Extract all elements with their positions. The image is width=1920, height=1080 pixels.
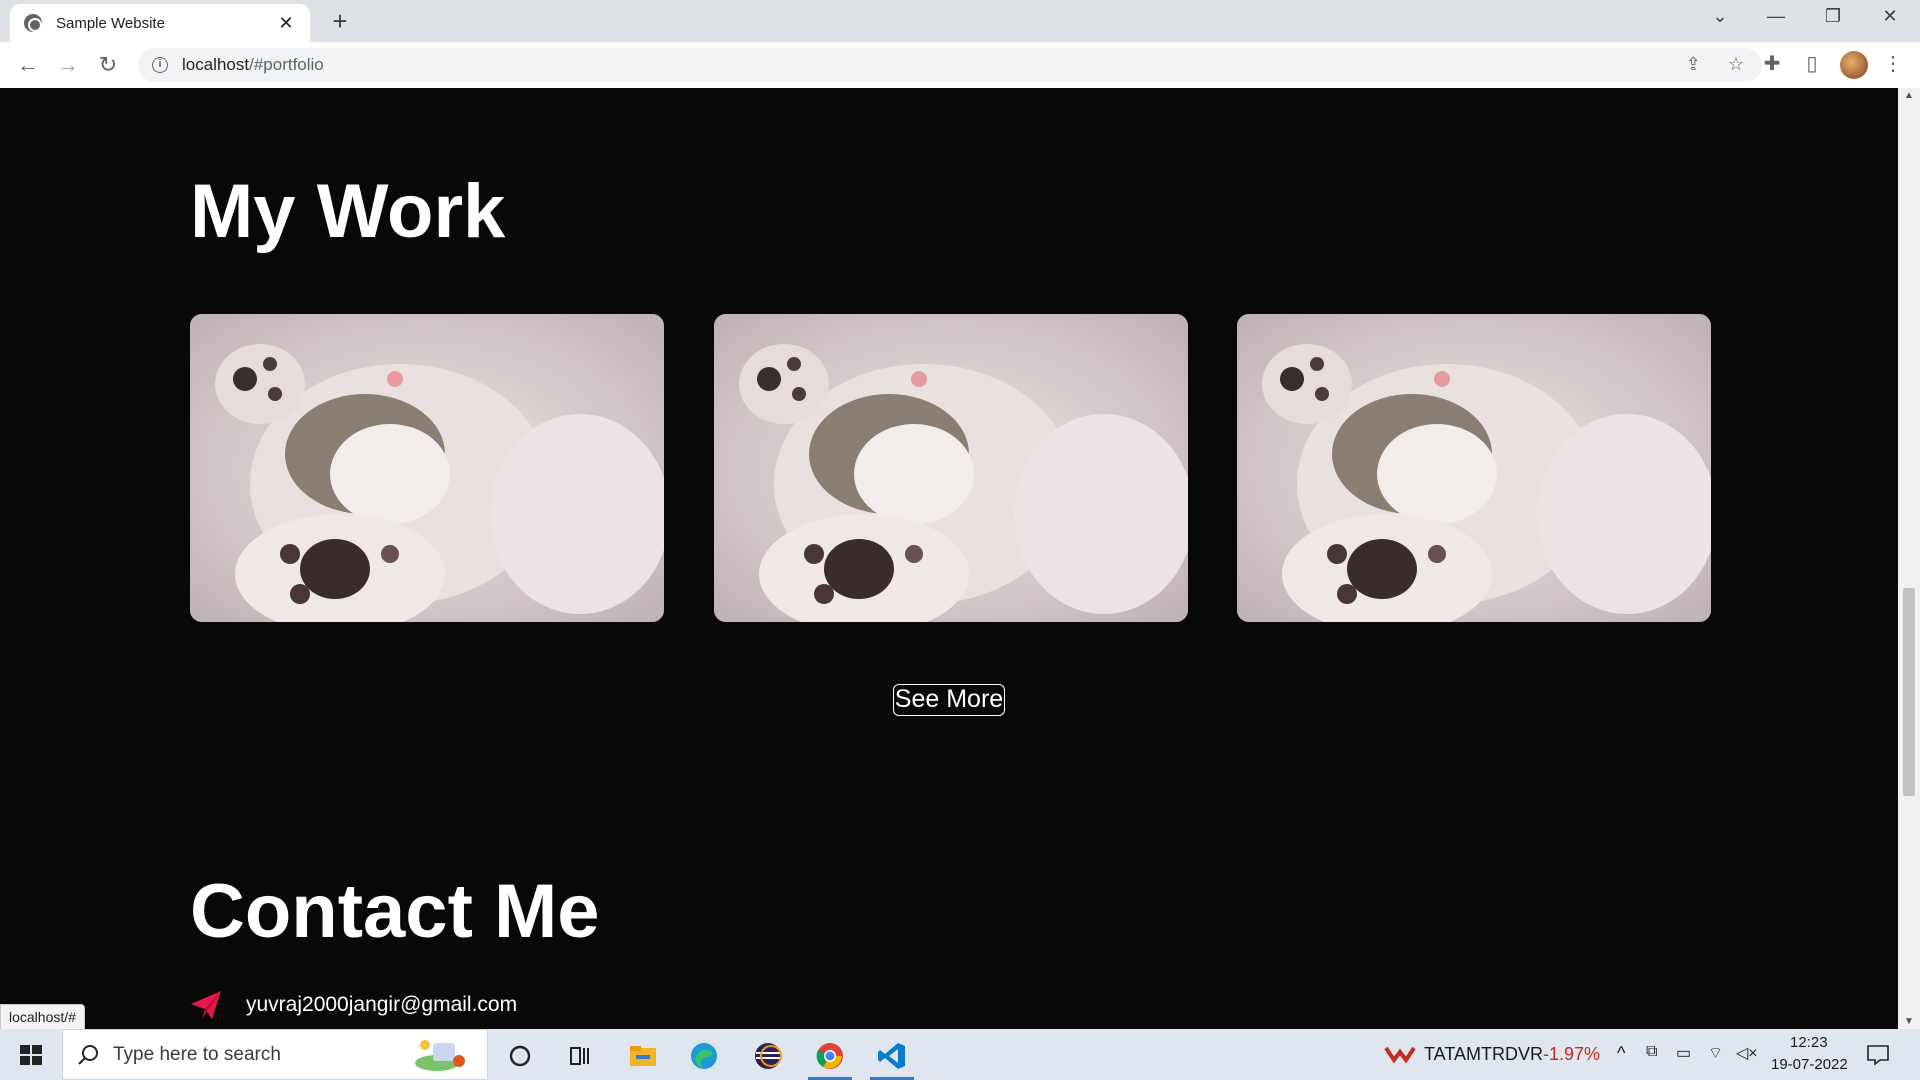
- wifi-icon[interactable]: ⌔: [1708, 1043, 1723, 1063]
- page-scrollbar[interactable]: ▲ ▼: [1898, 88, 1920, 1029]
- volume-muted-icon[interactable]: ◁×: [1736, 1043, 1758, 1063]
- show-hidden-icons-chevron-icon[interactable]: ^: [1617, 1043, 1625, 1064]
- my-work-heading: My Work: [190, 169, 506, 254]
- stock-trend-icon: [1384, 1046, 1416, 1064]
- minimize-button[interactable]: —: [1756, 6, 1796, 27]
- url-path: /#portfolio: [249, 55, 324, 74]
- contact-me-heading: Contact Me: [190, 869, 600, 954]
- contact-email-row: yuvraj2000jangir@gmail.com: [190, 990, 517, 1020]
- paper-plane-icon: [191, 991, 221, 1019]
- weather-map-icon: [415, 1039, 465, 1071]
- scroll-down-arrow-icon[interactable]: ▼: [1898, 1016, 1920, 1027]
- tab-search-chevron-icon[interactable]: ⌄: [1700, 6, 1740, 27]
- meet-now-icon[interactable]: ⧉: [1646, 1043, 1657, 1061]
- tab-title: Sample Website: [56, 14, 165, 32]
- status-bar-url: localhost/#: [0, 1004, 85, 1030]
- forward-button[interactable]: →: [52, 50, 84, 80]
- share-icon[interactable]: ⇪: [1686, 54, 1701, 74]
- see-more-button[interactable]: See More: [893, 684, 1005, 716]
- page-viewport: My Work See More Contact Me yuvraj2000ja…: [0, 88, 1898, 1029]
- edge-browser-icon[interactable]: [678, 1035, 730, 1077]
- tab-close-icon[interactable]: ✕: [276, 13, 296, 34]
- browser-menu-icon[interactable]: ⋮: [1878, 51, 1908, 76]
- stock-change: -1.97%: [1543, 1044, 1601, 1064]
- chrome-browser-icon[interactable]: [804, 1035, 856, 1080]
- extensions-puzzle-icon[interactable]: ✚: [1757, 51, 1787, 76]
- stock-ticker[interactable]: TATAMTRDVR: [1424, 1044, 1543, 1065]
- new-tab-button[interactable]: +: [325, 6, 355, 37]
- back-button[interactable]: ←: [12, 50, 44, 80]
- notifications-icon[interactable]: [1866, 1043, 1890, 1067]
- site-info-icon[interactable]: i: [152, 57, 168, 73]
- portfolio-image[interactable]: [714, 314, 1188, 622]
- browser-toolbar: ← → ↻ i localhost/#portfolio ⇪ ☆ ✚ ▯ ⋮: [0, 42, 1920, 88]
- reload-button[interactable]: ↻: [92, 50, 124, 80]
- portfolio-image[interactable]: [1237, 314, 1711, 622]
- close-window-button[interactable]: ✕: [1870, 6, 1910, 27]
- scrollbar-thumb[interactable]: [1903, 588, 1915, 796]
- address-bar[interactable]: i localhost/#portfolio ⇪ ☆: [138, 48, 1762, 82]
- kitten-photo: [714, 314, 1188, 622]
- side-panel-icon[interactable]: ▯: [1797, 51, 1827, 76]
- url-host: localhost: [182, 55, 250, 74]
- search-placeholder: Type here to search: [113, 1043, 281, 1065]
- taskbar-search-box[interactable]: Type here to search: [62, 1029, 488, 1080]
- clock-time[interactable]: 12:23: [1790, 1034, 1828, 1051]
- bookmark-star-icon[interactable]: ☆: [1728, 54, 1744, 74]
- cortana-icon[interactable]: [494, 1035, 546, 1077]
- vscode-icon[interactable]: [866, 1035, 918, 1080]
- kitten-photo: [190, 314, 664, 622]
- kitten-photo: [1237, 314, 1711, 622]
- battery-icon[interactable]: ▭: [1676, 1043, 1691, 1063]
- eclipse-ide-icon[interactable]: [742, 1035, 794, 1077]
- globe-icon: [24, 14, 42, 32]
- windows-taskbar: Type here to search TATAMTRDVR -1.97% ^ …: [0, 1029, 1920, 1080]
- search-icon: [78, 1044, 98, 1065]
- restore-button[interactable]: ❐: [1813, 6, 1853, 27]
- task-view-icon[interactable]: [554, 1035, 606, 1077]
- file-explorer-icon[interactable]: [617, 1035, 669, 1077]
- profile-avatar[interactable]: [1840, 51, 1868, 79]
- browser-tab[interactable]: Sample Website ✕: [10, 4, 310, 42]
- browser-tab-strip: Sample Website ✕ + ⌄ — ❐ ✕: [0, 0, 1920, 42]
- portfolio-image[interactable]: [190, 314, 664, 622]
- windows-start-icon[interactable]: [10, 1041, 52, 1069]
- clock-date[interactable]: 19-07-2022: [1771, 1056, 1848, 1073]
- email-link[interactable]: yuvraj2000jangir@gmail.com: [246, 993, 517, 1017]
- scroll-up-arrow-icon[interactable]: ▲: [1898, 90, 1920, 101]
